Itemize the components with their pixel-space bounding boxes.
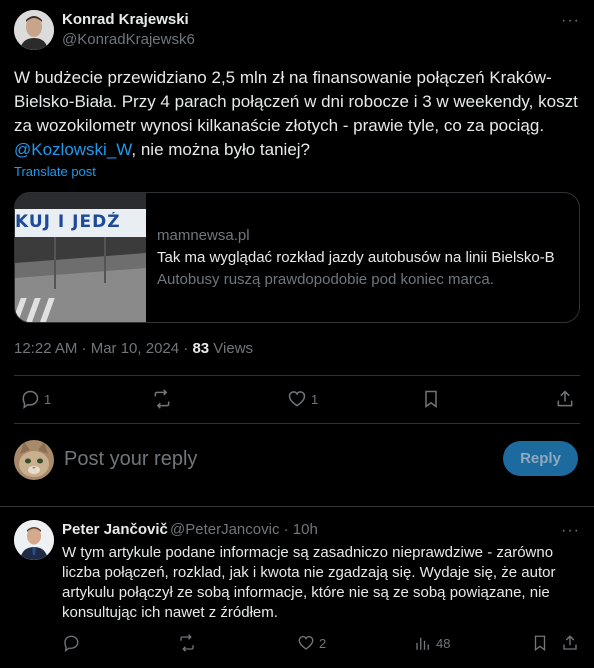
author-handle[interactable]: @KonradKrajewsk6 — [62, 31, 195, 48]
card-title: Tak ma wyglądać rozkład jazdy autobusów … — [157, 249, 555, 266]
repost-action[interactable] — [152, 389, 176, 409]
post-text: W budżecie przewidziano 2,5 mln zł na fi… — [14, 66, 580, 162]
share-action[interactable] — [555, 389, 575, 409]
heart-icon — [298, 635, 314, 650]
translate-post-link[interactable]: Translate post — [14, 164, 96, 179]
reply-like-count: 2 — [319, 635, 327, 651]
share-icon — [563, 635, 577, 650]
heart-icon — [288, 391, 306, 407]
card-image: KUJ I JEDŹ — [15, 193, 146, 322]
reply-count: 1 — [44, 391, 52, 407]
like-action[interactable]: 1 — [287, 389, 318, 409]
bookmark-icon — [425, 390, 437, 408]
comment-icon — [22, 390, 39, 409]
author-avatar[interactable] — [14, 10, 54, 50]
comment-icon — [64, 635, 79, 652]
cat-photo-icon — [14, 440, 54, 480]
divider — [14, 375, 580, 376]
reply-input[interactable]: Post your reply — [64, 448, 197, 471]
divider — [0, 506, 594, 507]
reply-views-action[interactable]: 48 — [414, 634, 450, 652]
bookmark-icon — [534, 635, 546, 652]
mention-link[interactable]: @Kozlowski_W — [14, 140, 131, 159]
current-user-avatar[interactable] — [14, 440, 54, 480]
repost-icon — [180, 634, 194, 652]
reply-author-handle[interactable]: @PeterJancovic · 10h — [170, 521, 318, 538]
reply-action[interactable]: 1 — [20, 389, 51, 409]
reply-repost-action[interactable] — [178, 634, 200, 652]
card-image-caption: KUJ I JEDŹ — [15, 212, 121, 232]
person-photo-icon — [14, 520, 54, 560]
views-label: Views — [209, 340, 254, 357]
reply-views-count: 48 — [436, 635, 451, 651]
reply-like-action[interactable]: 2 — [297, 634, 326, 652]
card-domain: mamnewsa.pl — [157, 227, 250, 244]
analytics-icon — [416, 637, 429, 650]
share-icon — [557, 390, 573, 407]
reply-author-name[interactable]: Peter Jančovič — [62, 521, 168, 538]
reply-share-action[interactable] — [561, 634, 579, 652]
post-text-end: , nie można było taniej? — [131, 140, 311, 159]
repost-icon — [154, 389, 170, 409]
reply-author-avatar[interactable] — [14, 520, 54, 560]
reply-bookmark-action[interactable] — [531, 634, 549, 652]
more-options-icon[interactable]: ··· — [561, 13, 580, 29]
divider — [14, 423, 580, 424]
reply-more-options-icon[interactable]: ··· — [561, 523, 580, 539]
bookmark-action[interactable] — [421, 389, 441, 409]
post-text-body: W budżecie przewidziano 2,5 mln zł na fi… — [14, 68, 578, 135]
views-count: 83 — [192, 340, 210, 357]
like-count: 1 — [311, 391, 319, 407]
timestamp[interactable]: 12:22 AM · Mar 10, 2024 · — [14, 340, 192, 357]
post-meta: 12:22 AM · Mar 10, 2024 · 83 Views — [14, 340, 253, 357]
reply-text: W tym artykule podane informacje są zasa… — [62, 544, 556, 621]
author-name[interactable]: Konrad Krajewski — [62, 11, 189, 28]
card-description: Autobusy ruszą prawdopodobie pod koniec … — [157, 271, 494, 288]
link-preview-card[interactable]: KUJ I JEDŹ mamnewsa.pl Tak ma wyglądać r… — [14, 192, 580, 323]
person-photo-icon — [14, 10, 54, 50]
reply-button[interactable]: Reply — [503, 441, 578, 476]
reply-comment-action[interactable] — [62, 634, 84, 652]
